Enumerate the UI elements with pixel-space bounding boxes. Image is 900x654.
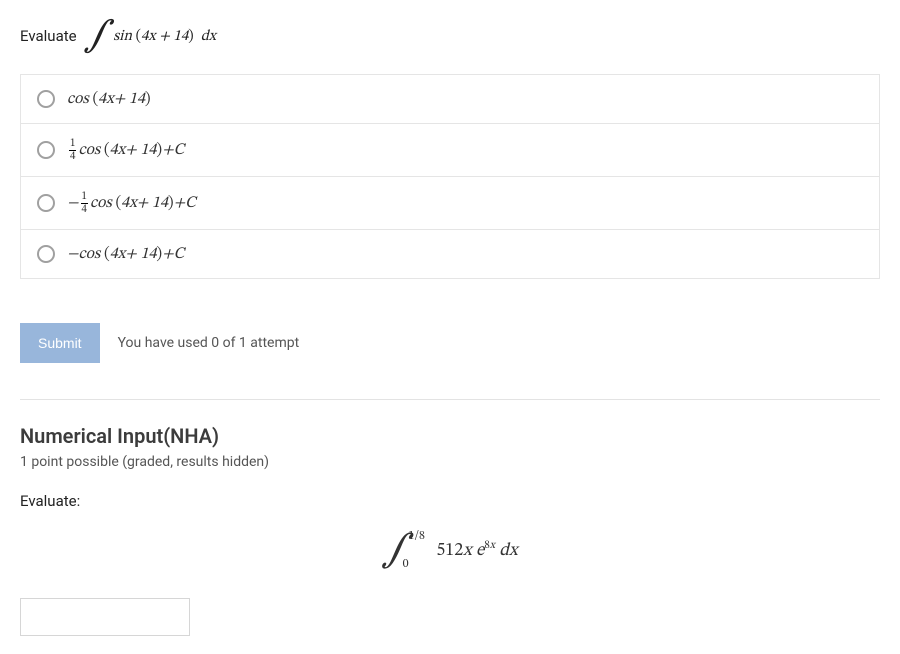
question2-prompt: Evaluate: (20, 492, 880, 510)
radio-icon[interactable] (37, 245, 55, 263)
question1-options: cos (4x + 14) 14cos (4x + 14) + C −14cos… (20, 74, 880, 279)
question1-integrand: sin (4x + 14) dx (113, 27, 216, 46)
question2-title: Numerical Input(NHA) (20, 424, 880, 448)
radio-icon[interactable] (37, 90, 55, 108)
question1-integral: ∫ sin (4x + 14) dx (83, 18, 216, 54)
option-c[interactable]: −14cos (4x + 14) + C (20, 176, 880, 229)
submit-row: Submit You have used 0 of 1 attempt (20, 323, 880, 363)
radio-icon[interactable] (37, 141, 55, 159)
option-d-label: −cos (4x + 14) + C (67, 244, 184, 264)
question2-subtitle: 1 point possible (graded, results hidden… (20, 454, 880, 470)
numerical-answer-input[interactable] (20, 598, 190, 636)
question1-prefix: Evaluate (20, 27, 77, 45)
submit-button[interactable]: Submit (20, 323, 100, 363)
option-a[interactable]: cos (4x + 14) (20, 74, 880, 123)
option-d[interactable]: −cos (4x + 14) + C (20, 229, 880, 279)
radio-icon[interactable] (37, 194, 55, 212)
integral-symbol: ∫ (85, 18, 110, 54)
integral-upper-limit: 1/8 (408, 529, 425, 544)
option-b-label: 14cos (4x + 14) + C (67, 138, 184, 162)
section-divider (20, 399, 880, 400)
question2-integral: ∫ 1/8 0 512x e8x dx (20, 532, 880, 570)
attempts-text: You have used 0 of 1 attempt (118, 335, 300, 351)
integral-lower-limit: 0 (403, 557, 409, 572)
definite-integral-symbol: ∫ 1/8 0 (382, 532, 408, 570)
question2-integrand: 512x e8x dx (436, 540, 517, 563)
option-b[interactable]: 14cos (4x + 14) + C (20, 123, 880, 176)
question1-prompt: Evaluate ∫ sin (4x + 14) dx (20, 18, 880, 54)
option-a-label: cos (4x + 14) (67, 89, 151, 109)
option-c-label: −14cos (4x + 14) + C (67, 191, 196, 215)
